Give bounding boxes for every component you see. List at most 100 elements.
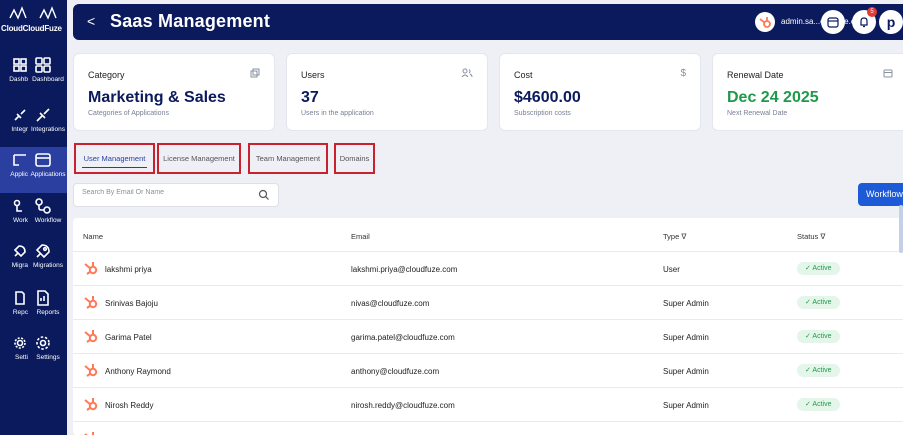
user-type: User <box>663 265 680 274</box>
card-subtext: Categories of Applications <box>88 110 169 117</box>
table-row[interactable]: Anthony Raymond anthony@cloudfuze.com Su… <box>73 354 903 388</box>
search-box <box>73 183 279 207</box>
active-tab-underline <box>82 167 147 168</box>
user-type: Super Admin <box>663 367 709 376</box>
sidebar-item-migrations[interactable]: Migra Migrations <box>0 238 67 284</box>
sidebar-item-dashboard[interactable]: Dashb Dashboard <box>0 52 67 98</box>
user-name: Anthony Raymond <box>105 367 171 376</box>
card-value: 37 <box>301 89 319 106</box>
user-name: Srinivas Bajoju <box>105 299 158 308</box>
cloudfuze-logo-icon <box>9 6 27 20</box>
sidebar-item-label: Applic <box>10 171 28 178</box>
column-header-type[interactable]: Type ∇ <box>663 232 686 241</box>
hubspot-icon <box>84 296 98 309</box>
brand-name: CloudCloudFuze <box>1 24 62 33</box>
hubspot-icon <box>84 364 98 377</box>
sidebar-item-label: Migra <box>11 262 28 269</box>
rocket-icon <box>35 244 50 259</box>
sidebar-item-settings[interactable]: Setti Settings <box>0 330 67 376</box>
rocket-icon <box>13 245 26 258</box>
user-name: lakshmi priya <box>105 265 152 274</box>
tab-label: User Management <box>83 154 146 163</box>
back-button[interactable]: < <box>87 13 95 29</box>
card-value: Marketing & Sales <box>88 89 226 106</box>
table-header: Name Email Type ∇ Status ∇ <box>73 218 903 252</box>
card-value: $4600.00 <box>514 89 581 106</box>
users-table: Name Email Type ∇ Status ∇ lakshmi priya… <box>73 218 903 435</box>
sidebar-item-integrations[interactable]: Integr Integrations <box>0 102 67 148</box>
column-header-email[interactable]: Email <box>351 232 370 241</box>
tab-team-management[interactable]: Team Management <box>248 143 328 174</box>
card-label: Users <box>301 70 325 80</box>
table-row[interactable]: Garima Patel garima.patel@cloudfuze.com … <box>73 320 903 354</box>
user-email: anthony@cloudfuze.com <box>351 367 440 376</box>
vertical-scrollbar[interactable] <box>899 205 903 253</box>
cost-card: Cost $4600.00 Subscription costs $ <box>499 53 701 131</box>
user-type: Super Admin <box>663 299 709 308</box>
hubspot-icon <box>755 12 775 32</box>
table-row[interactable]: Nirosh Reddy nirosh.reddy@cloudfuze.com … <box>73 388 903 422</box>
card-value: Dec 24 2025 <box>727 89 819 106</box>
users-icon <box>461 68 473 78</box>
sidebar-item-label: Migrations <box>33 262 63 269</box>
card-label: Renewal Date <box>727 70 784 80</box>
applications-icon <box>13 154 26 166</box>
sidebar-item-label: Work <box>12 217 28 224</box>
sidebar-item-label: Integrations <box>31 126 65 133</box>
calendar-icon <box>827 17 839 28</box>
status-badge: ✓ Active <box>797 330 840 343</box>
tab-domains[interactable]: Domains <box>334 143 375 174</box>
cloudfuze-logo-icon <box>39 6 57 20</box>
table-row[interactable]: lakshmi priya lakshmi.priya@cloudfuze.co… <box>73 252 903 286</box>
integrations-icon <box>36 108 50 122</box>
search-input[interactable] <box>82 189 252 196</box>
card-subtext: Subscription costs <box>514 110 571 117</box>
user-type: Super Admin <box>663 333 709 342</box>
user-email: nirosh.reddy@cloudfuze.com <box>351 401 455 410</box>
users-card: Users 37 Users in the application <box>286 53 488 131</box>
sidebar-item-label: Repc <box>12 309 28 316</box>
user-name: Garima Patel <box>105 333 152 342</box>
avatar[interactable]: p <box>879 10 903 34</box>
tab-license-management[interactable]: License Management <box>157 143 241 174</box>
column-header-name[interactable]: Name <box>83 232 103 241</box>
sidebar-item-label: Dashboard <box>32 76 64 83</box>
card-label: Category <box>88 70 125 80</box>
table-row[interactable]: Srinivas Bajoju nivas@cloudfuze.com Supe… <box>73 286 903 320</box>
dashboard-icon <box>35 57 51 73</box>
integrations-icon <box>14 109 26 121</box>
search-icon[interactable] <box>258 189 270 201</box>
notifications-button[interactable]: 5 <box>852 7 877 34</box>
status-badge: ✓ Active <box>797 262 840 275</box>
user-name: Nirosh Reddy <box>105 401 154 410</box>
calendar-icon <box>883 69 893 78</box>
top-header: < Saas Management admin.sa...oudfuze.com… <box>73 4 903 40</box>
sidebar-item-workflow[interactable]: Work Workflow <box>0 193 67 239</box>
workflow-icon <box>13 199 22 212</box>
column-header-status[interactable]: Status ∇ <box>797 232 825 241</box>
card-subtext: Next Renewal Date <box>727 110 788 117</box>
gear-icon <box>14 337 26 349</box>
user-email: nivas@cloudfuze.com <box>351 299 430 308</box>
notification-badge: 5 <box>867 7 877 17</box>
page-title: Saas Management <box>110 11 271 31</box>
hubspot-icon <box>84 432 94 435</box>
status-badge: ✓ Active <box>797 398 840 411</box>
sidebar-item-reports[interactable]: Repc Reports <box>0 285 67 331</box>
report-icon <box>37 290 49 306</box>
report-icon <box>15 291 25 305</box>
card-subtext: Users in the application <box>301 110 374 117</box>
brand: CloudCloudFuze <box>0 0 67 40</box>
sidebar-item-label: Setti <box>14 354 28 361</box>
workflow-button[interactable]: Workflow <box>858 183 903 206</box>
tab-label: Domains <box>339 154 370 163</box>
hubspot-icon <box>84 398 98 411</box>
status-badge: ✓ Active <box>797 364 840 377</box>
renewal-date-card: Renewal Date Dec 24 2025 Next Renewal Da… <box>712 53 903 131</box>
tab-user-management[interactable]: User Management <box>74 143 155 174</box>
calendar-button[interactable] <box>821 10 845 34</box>
hubspot-icon <box>84 330 98 343</box>
dollar-icon: $ <box>680 68 686 79</box>
category-card: Category Marketing & Sales Categories of… <box>73 53 275 131</box>
sidebar-item-applications[interactable]: Applic Applications <box>0 147 67 193</box>
